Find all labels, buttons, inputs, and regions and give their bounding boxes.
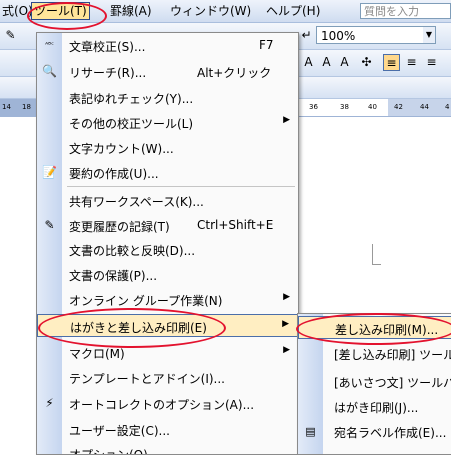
menu-window[interactable]: ウィンドウ(W) (168, 3, 253, 19)
menu-item-summary[interactable]: 📝 要約の作成(U)... (37, 161, 298, 184)
brush-icon[interactable]: ✎ (2, 27, 19, 44)
tools-menu: ᴬᴮᶜ 文章校正(S)... F7 🔍 リサーチ(R)... Alt+クリック … (36, 32, 299, 455)
menu-item-label: オンライン グループ作業(N) (69, 294, 223, 308)
menu-item-label: [あいさつ文] ツールバ (334, 376, 451, 390)
menu-tools[interactable]: ツール(T) (31, 2, 90, 20)
redo-icon[interactable]: ↵ (298, 27, 315, 44)
menu-item-online-collaboration[interactable]: オンライン グループ作業(N) ▶ (37, 288, 298, 311)
menu-item-compare-merge[interactable]: 文書の比較と反映(D)... (37, 238, 298, 261)
align-left-icon[interactable]: ≡ (383, 54, 400, 71)
menu-item-templates-addins[interactable]: テンプレートとアドイン(I)... (37, 366, 298, 389)
menu-item-label: 要約の作成(U)... (69, 167, 159, 181)
submenu-arrow-icon: ▶ (282, 319, 289, 329)
menu-item-label: はがき印刷(J)... (334, 401, 419, 415)
autocorrect-icon: ⚡ (45, 396, 54, 410)
mail-merge-submenu: 差し込み印刷(M)... [差し込み印刷] ツール [あいさつ文] ツールバ は… (297, 313, 451, 455)
submenu-arrow-icon: ▶ (283, 115, 290, 125)
summary-icon: 📝 (42, 165, 57, 179)
menu-item-research[interactable]: 🔍 リサーチ(R)... Alt+クリック (37, 60, 298, 83)
menu-item-label: マクロ(M) (69, 347, 125, 361)
menu-item-track-changes[interactable]: ✎ 変更履歴の記録(T) Ctrl+Shift+E (37, 214, 298, 237)
menu-separator (67, 186, 295, 187)
ruler-tick: 38 (340, 103, 349, 111)
char-style-icon[interactable]: ✣ (358, 54, 375, 71)
ruler-tick: 4 (445, 103, 450, 111)
menu-item-autocorrect[interactable]: ⚡ オートコレクトのオプション(A)... (37, 392, 298, 415)
menu-item-protect-document[interactable]: 文書の保護(P)... (37, 263, 298, 286)
help-question-input[interactable]: 質問を入力 (360, 3, 451, 19)
menu-item-label: 文字カウント(W)... (69, 142, 174, 156)
submenu-item-greeting-toolbar[interactable]: [あいさつ文] ツールバ (298, 370, 451, 393)
research-icon: 🔍 (42, 64, 57, 78)
menu-bar: 式(O) ツール(T) 罫線(A) ウィンドウ(W) ヘルプ(H) 質問を入力 (0, 0, 451, 23)
menu-item-shortcut: Alt+クリック (197, 66, 272, 80)
menu-item-mail-merge[interactable]: はがきと差し込み印刷(E) ▶ (37, 314, 298, 337)
submenu-arrow-icon: ▶ (283, 292, 290, 302)
ruler-tick: 44 (420, 103, 429, 111)
ruler-tick: 40 (368, 103, 377, 111)
menu-item-customize[interactable]: ユーザー設定(C)... (37, 418, 298, 441)
menu-item-label: その他の校正ツール(L) (69, 117, 194, 131)
highlight-button[interactable]: A (318, 54, 335, 71)
menu-item-label: 文章校正(S)... (69, 40, 146, 54)
submenu-item-mail-merge-toolbar[interactable]: [差し込み印刷] ツール (298, 342, 451, 365)
menu-item-label: テンプレートとアドイン(I)... (69, 372, 225, 386)
ruler-tick: 18 (22, 103, 31, 111)
menu-item-word-count[interactable]: 文字カウント(W)... (37, 136, 298, 159)
menu-item-label: 差し込み印刷(M)... (335, 323, 439, 337)
align-right-icon[interactable]: ≡ (423, 54, 440, 71)
font-grow-button[interactable]: A (300, 54, 317, 71)
submenu-arrow-icon: ▶ (283, 345, 290, 355)
font-color-button[interactable]: A (336, 54, 353, 71)
menu-table[interactable]: 罫線(A) (108, 3, 154, 19)
track-changes-icon: ✎ (44, 218, 55, 232)
menu-item-label: リサーチ(R)... (69, 66, 147, 80)
menu-item-label: 宛名ラベル作成(E)... (334, 426, 447, 440)
ruler-tick: 42 (394, 103, 403, 111)
menu-item-shared-workspace[interactable]: 共有ワークスペース(K)... (37, 189, 298, 212)
page-corner-mark (372, 244, 381, 265)
menu-item-shortcut: Ctrl+Shift+E (197, 218, 274, 232)
menu-item-label: ユーザー設定(C)... (69, 424, 170, 438)
submenu-item-mail-merge[interactable]: 差し込み印刷(M)... (298, 316, 451, 339)
menu-format[interactable]: 式(O) (0, 3, 35, 19)
menu-item-options[interactable]: オプション(O)... (37, 442, 298, 455)
menu-item-label: [差し込み印刷] ツール (334, 348, 451, 362)
ruler-tick: 36 (309, 103, 318, 111)
ruler-tick: 14 (2, 103, 11, 111)
menu-item-label: 文書の比較と反映(D)... (69, 244, 196, 258)
menu-item-label: 変更履歴の記録(T) (69, 220, 170, 234)
address-label-icon: ▤ (305, 425, 316, 438)
chevron-down-icon[interactable]: ▼ (423, 27, 435, 43)
menu-item-shortcut: F7 (259, 38, 274, 52)
menu-help[interactable]: ヘルプ(H) (264, 3, 322, 19)
menu-item-label: オートコレクトのオプション(A)... (69, 398, 255, 412)
menu-item-label: 表記ゆれチェック(Y)... (69, 92, 194, 106)
menu-item-label: 共有ワークスペース(K)... (69, 195, 204, 209)
menu-item-label: 文書の保護(P)... (69, 269, 158, 283)
menu-item-label: オプション(O)... (69, 448, 160, 455)
menu-item-notation-check[interactable]: 表記ゆれチェック(Y)... (37, 86, 298, 109)
menu-item-other-proofing[interactable]: その他の校正ツール(L) ▶ (37, 111, 298, 134)
align-center-icon[interactable]: ≡ (403, 54, 420, 71)
menu-item-macro[interactable]: マクロ(M) ▶ (37, 341, 298, 364)
zoom-select[interactable]: 100% ▼ (316, 26, 436, 44)
submenu-item-postcard-print[interactable]: はがき印刷(J)... (298, 395, 451, 418)
menu-item-spellcheck[interactable]: ᴬᴮᶜ 文章校正(S)... F7 (37, 34, 298, 57)
submenu-item-address-labels[interactable]: ▤ 宛名ラベル作成(E)... (298, 420, 451, 443)
menu-item-label: はがきと差し込み印刷(E) (70, 321, 207, 335)
zoom-value: 100% (321, 29, 356, 43)
spellcheck-icon: ᴬᴮᶜ (45, 41, 54, 49)
